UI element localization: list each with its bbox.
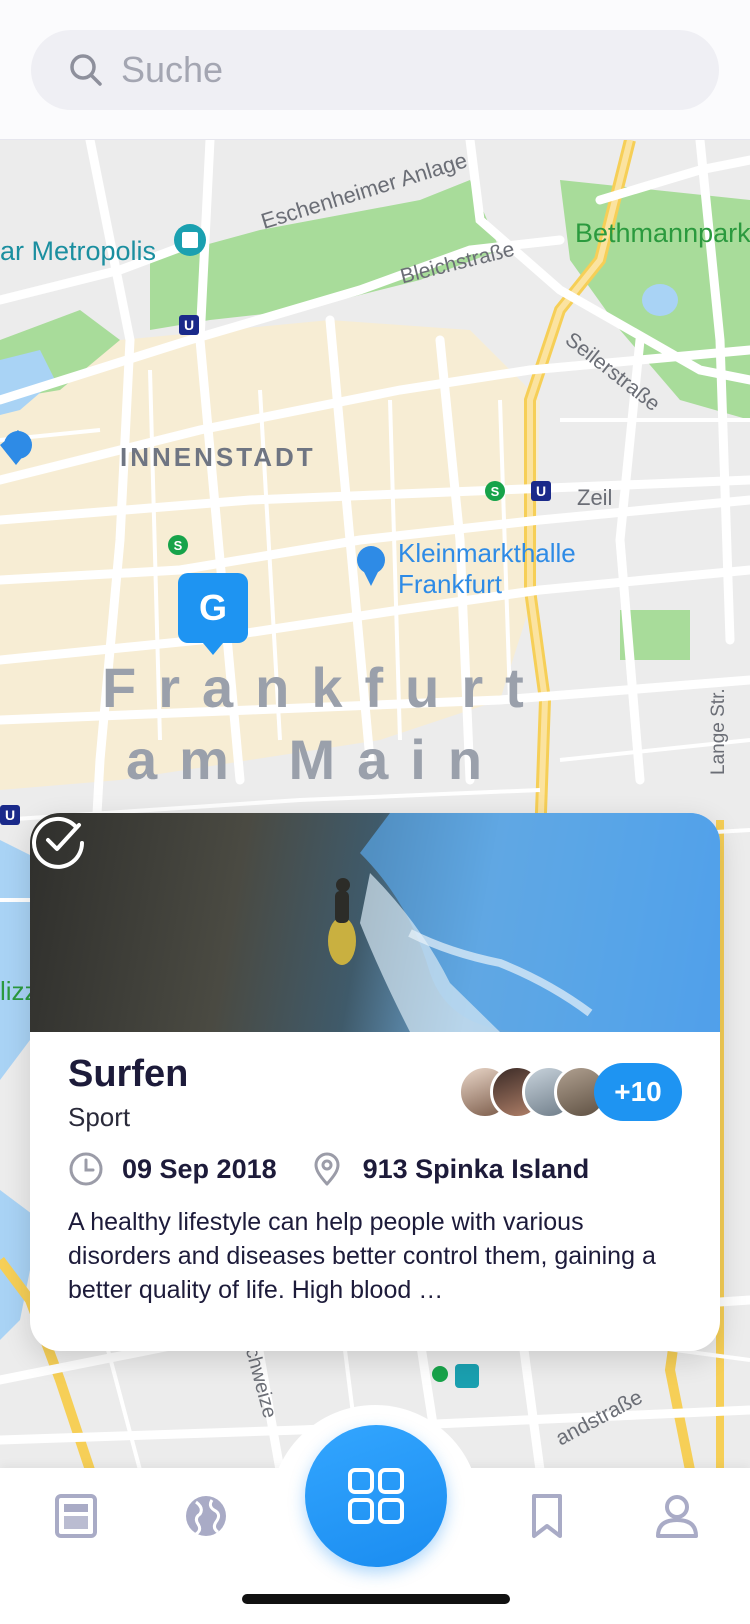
search-header <box>0 0 750 140</box>
event-description: A healthy lifestyle can help people with… <box>68 1208 656 1304</box>
grid-menu-button[interactable] <box>305 1425 447 1567</box>
map-label-city: Frankfurt am Main <box>102 652 546 796</box>
event-title: Surfen <box>68 1053 189 1095</box>
event-category: Sport <box>68 1102 131 1132</box>
map-label-city-line2: am Main <box>126 728 505 791</box>
search-bar[interactable] <box>31 30 719 110</box>
search-input[interactable] <box>121 49 681 91</box>
map-label-kleinmarkthalle-line2: Frankfurt <box>398 569 503 599</box>
ubahn-icon: U <box>0 805 20 825</box>
event-date: 09 Sep 2018 <box>122 1153 277 1184</box>
grid-icon <box>348 1468 404 1524</box>
home-indicator[interactable] <box>242 1594 510 1604</box>
map-label-city-line1: Frankfurt <box>102 656 546 719</box>
search-icon <box>70 54 102 86</box>
profile-icon[interactable] <box>653 1492 701 1540</box>
event-meta: 09 Sep 2018 913 Spinka Island <box>68 1151 688 1187</box>
event-location: 913 Spinka Island <box>362 1153 590 1184</box>
map-label-innenstadt: INNENSTADT <box>120 442 316 472</box>
globe-icon[interactable] <box>182 1492 230 1540</box>
ubahn-icon: U <box>531 481 551 501</box>
map-marker-g[interactable]: G <box>178 573 248 655</box>
sbahn-icon: S <box>168 535 188 555</box>
surf-photo <box>328 813 720 1032</box>
event-card[interactable]: +10 Surfen Sport 09 Sep 2018 913 Spinka … <box>30 813 720 1351</box>
map-label-bethmannpark: Bethmannpark <box>575 218 750 248</box>
map-label-kleinmarkthalle-line1: Kleinmarkthalle <box>398 538 576 568</box>
check-circle-icon[interactable] <box>30 813 86 869</box>
clock-icon <box>69 1152 103 1186</box>
event-image <box>30 813 720 1032</box>
map-label-zeil: Zeil <box>577 485 613 510</box>
news-icon[interactable] <box>52 1492 100 1540</box>
map-label-metropolis: ar Metropolis <box>0 236 157 266</box>
bookmark-icon[interactable] <box>523 1492 571 1540</box>
event-details: Surfen Sport 09 Sep 2018 913 Spinka Isla… <box>68 1053 688 1307</box>
sbahn-icon: S <box>485 481 505 501</box>
map-label-lange-str: Lange Str. <box>708 688 729 775</box>
map-label-kleinmarkthalle: Kleinmarkthalle Frankfurt <box>398 538 576 600</box>
ubahn-icon: U <box>179 315 199 335</box>
location-pin-icon <box>314 1152 340 1186</box>
